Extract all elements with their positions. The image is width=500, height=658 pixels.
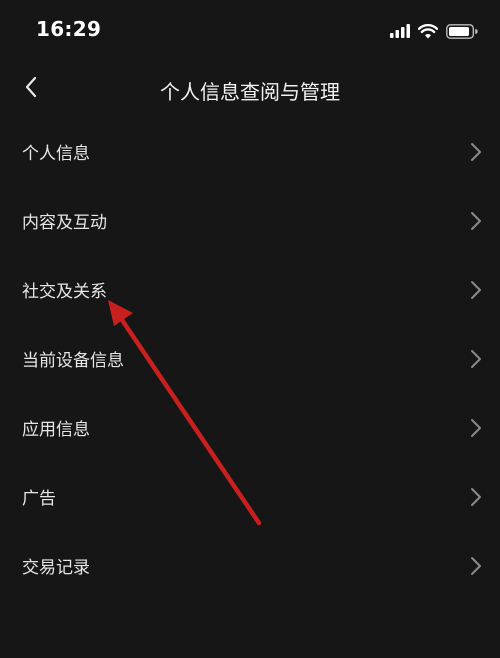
status-time: 16:29 [36,17,102,41]
menu-item-label: 内容及互动 [22,213,107,233]
chevron-right-icon [471,349,481,368]
menu-item-device-info[interactable]: 当前设备信息 [0,324,500,393]
battery-icon [446,23,478,39]
menu-item-transactions[interactable]: 交易记录 [0,531,500,600]
menu-item-personal-info[interactable]: 个人信息 [0,117,500,186]
menu-item-label: 交易记录 [22,558,90,578]
menu-item-label: 当前设备信息 [22,351,124,371]
app-screen: 16:29 个人信息查阅与管理 个人信息 内容及互动 社交及关系 当前设备信息 … [0,0,500,658]
menu-item-label: 广告 [22,489,56,509]
chevron-right-icon [471,280,481,299]
menu-item-label: 应用信息 [22,420,90,440]
signal-icon [390,24,410,38]
chevron-right-icon [471,487,481,506]
menu-item-label: 个人信息 [22,144,90,164]
chevron-right-icon [471,418,481,437]
menu-list: 个人信息 内容及互动 社交及关系 当前设备信息 应用信息 广告 交易记录 [0,117,500,600]
chevron-right-icon [471,142,481,161]
status-icons [390,21,478,41]
status-bar: 16:29 [0,0,500,60]
wifi-icon [418,23,438,38]
menu-item-app-info[interactable]: 应用信息 [0,393,500,462]
menu-item-label: 社交及关系 [22,282,107,302]
menu-item-content-interaction[interactable]: 内容及互动 [0,186,500,255]
page-title: 个人信息查阅与管理 [160,80,340,104]
menu-item-ads[interactable]: 广告 [0,462,500,531]
chevron-right-icon [471,556,481,575]
chevron-right-icon [471,211,481,230]
nav-bar: 个人信息查阅与管理 [0,60,500,116]
menu-item-social-relations[interactable]: 社交及关系 [0,255,500,324]
